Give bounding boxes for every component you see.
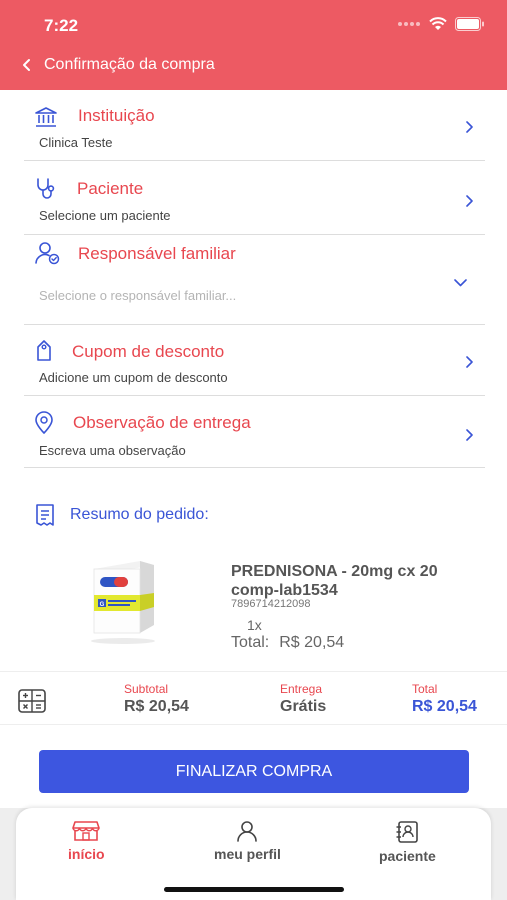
delivery-note-value: Escreva uma observação <box>39 443 186 458</box>
institution-value: Clinica Teste <box>39 135 113 150</box>
finish-purchase-button[interactable]: FINALIZAR COMPRA <box>39 750 469 793</box>
total: Total R$ 20,54 <box>412 682 477 716</box>
home-indicator <box>164 887 344 892</box>
subtotal-label: Subtotal <box>124 682 169 696</box>
wifi-icon <box>429 17 447 30</box>
delivery-note-title: Observação de entrega <box>73 413 251 432</box>
patient-title: Paciente <box>77 179 144 198</box>
chevron-right-icon <box>466 429 473 441</box>
location-pin-icon <box>35 411 53 434</box>
product-code: 7896714212098 <box>231 598 311 610</box>
page-title: Confirmação da compra <box>44 56 215 73</box>
institution-title: Instituição <box>78 106 155 125</box>
tab-paciente[interactable]: paciente <box>379 820 436 864</box>
chevron-right-icon <box>466 356 473 368</box>
guardian-select[interactable]: Selecione o responsável familiar... <box>39 288 236 303</box>
chevron-right-icon <box>466 195 473 207</box>
chevron-down-icon <box>454 279 467 287</box>
user-check-icon <box>35 242 60 265</box>
patient-row[interactable]: Paciente Selecione um paciente <box>24 161 485 235</box>
status-icons <box>397 17 485 31</box>
coupon-row[interactable]: Cupom de desconto Adicione um cupom de d… <box>24 325 485 396</box>
institution-icon <box>35 107 57 127</box>
svg-text:G: G <box>100 602 105 608</box>
coupon-value: Adicione um cupom de desconto <box>39 370 228 385</box>
tab-inicio-label: início <box>68 846 105 862</box>
product-total-value: R$ 20,54 <box>279 634 345 651</box>
summary-title: Resumo do pedido: <box>70 506 209 523</box>
total-label: Total <box>412 682 438 696</box>
subtotal: Subtotal R$ 20,54 <box>124 682 189 716</box>
tab-paciente-label: paciente <box>379 848 436 864</box>
delivery: Entrega Grátis <box>280 682 326 716</box>
guardian-title: Responsável familiar <box>78 244 236 263</box>
user-icon <box>237 821 258 842</box>
product-quantity: 1x <box>247 617 262 633</box>
institution-row[interactable]: Instituição Clinica Teste <box>24 92 485 161</box>
order-totals: Subtotal R$ 20,54 Entrega Grátis Total R… <box>0 671 507 725</box>
battery-icon <box>455 17 484 31</box>
delivery-note-row[interactable]: Observação de entrega Escreva uma observ… <box>24 396 485 468</box>
guardian-row[interactable]: Responsável familiar Selecione o respons… <box>24 235 485 325</box>
chevron-left-icon <box>23 59 30 71</box>
tab-meu-perfil-label: meu perfil <box>214 846 281 862</box>
back-button[interactable]: Confirmação da compra <box>22 56 215 74</box>
app-header: 7:22 Confirmação da compra <box>0 0 507 90</box>
product-total: Total: R$ 20,54 <box>231 634 344 652</box>
stethoscope-icon <box>37 178 55 199</box>
tab-inicio[interactable]: início <box>68 820 105 862</box>
status-time: 7:22 <box>44 16 79 35</box>
signal-icon <box>398 22 420 26</box>
delivery-label: Entrega <box>280 682 323 696</box>
product-total-label: Total: <box>231 634 270 651</box>
chevron-right-icon <box>466 121 473 133</box>
total-value: R$ 20,54 <box>412 698 477 715</box>
tab-meu-perfil[interactable]: meu perfil <box>214 820 281 862</box>
coupon-title: Cupom de desconto <box>72 342 225 361</box>
product-image: G <box>91 561 155 644</box>
calculator-icon <box>18 689 46 713</box>
patient-value: Selecione um paciente <box>39 208 171 223</box>
delivery-value: Grátis <box>280 698 327 715</box>
patient-card-icon <box>396 821 419 843</box>
subtotal-value: R$ 20,54 <box>124 698 189 715</box>
tag-icon <box>37 340 51 361</box>
receipt-icon <box>36 504 54 526</box>
store-icon <box>72 821 101 841</box>
product-name: PREDNISONA - 20mg cx 20 comp-lab1534 <box>231 563 438 599</box>
